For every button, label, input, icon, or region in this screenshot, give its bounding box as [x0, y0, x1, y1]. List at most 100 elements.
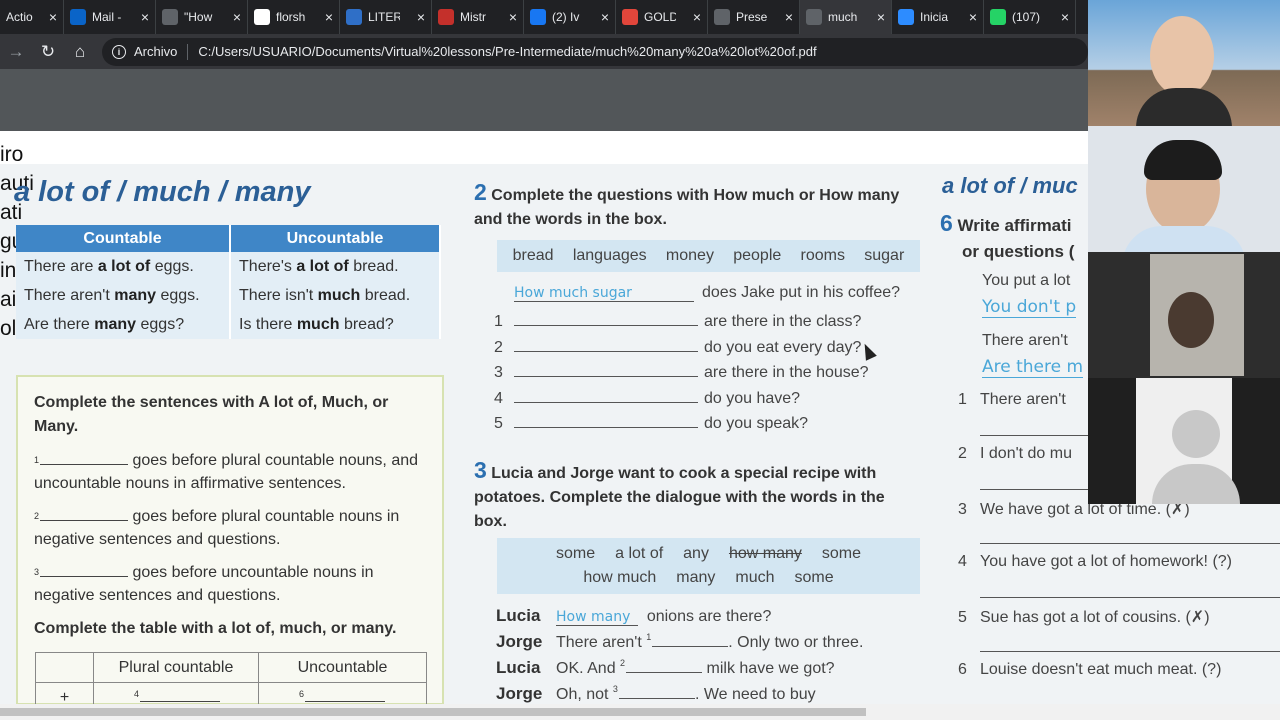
- answer-blank: [40, 520, 129, 521]
- exercise-box-1: Complete the sentences with A lot of, Mu…: [16, 375, 444, 713]
- browser-tab[interactable]: florsh ×: [248, 0, 340, 34]
- question-number: 4: [494, 389, 503, 407]
- horizontal-scrollbar[interactable]: [0, 704, 1280, 720]
- browser-tab[interactable]: much ×: [800, 0, 892, 34]
- close-icon[interactable]: ×: [133, 9, 149, 25]
- word-option: how much: [583, 569, 657, 586]
- scrollbar-thumb[interactable]: [0, 708, 866, 716]
- word-option: rooms: [800, 247, 845, 264]
- browser-tab[interactable]: GOLD ×: [616, 0, 708, 34]
- url-scheme: Archivo: [134, 44, 178, 59]
- rule-text: goes before plural countable nouns, and …: [34, 452, 419, 492]
- section-number: 6: [940, 210, 953, 236]
- close-icon[interactable]: ×: [409, 9, 425, 25]
- word-option: how many: [728, 545, 802, 562]
- uncountable-header: Uncountable: [230, 225, 441, 252]
- rule-sentence: 1 goes before plural countable nouns, an…: [34, 449, 426, 495]
- browser-tab[interactable]: "How ×: [156, 0, 248, 34]
- rule-text: goes before uncountable nouns in negativ…: [34, 564, 374, 604]
- globe-icon: [714, 9, 730, 25]
- text: There's: [239, 257, 297, 275]
- item-text: Louise doesn't eat much meat. (?): [980, 661, 1222, 678]
- item-number: 2: [958, 445, 967, 462]
- participant-hair: [1144, 140, 1222, 180]
- close-icon[interactable]: ×: [777, 9, 793, 25]
- forward-icon[interactable]: →: [0, 42, 32, 62]
- close-icon[interactable]: ×: [501, 9, 517, 25]
- blank-number: 3: [612, 684, 618, 694]
- info-icon[interactable]: i: [112, 44, 126, 59]
- home-icon[interactable]: ⌂: [64, 42, 96, 62]
- exercise-item: 2 I don't do mu: [958, 445, 1072, 463]
- tab-strip: Actio × Mail - × "How × florsh × LITER × Mistr × (2)…: [0, 0, 1088, 34]
- browser-tab[interactable]: Mistr ×: [432, 0, 524, 34]
- video-tile-1[interactable]: [1088, 0, 1280, 148]
- globe-icon: [806, 9, 822, 25]
- browser-tab[interactable]: Mail - ×: [64, 0, 156, 34]
- close-icon[interactable]: ×: [225, 9, 241, 25]
- browser-tab[interactable]: Inicia ×: [892, 0, 984, 34]
- table-corner: [35, 652, 94, 683]
- text: bread?: [339, 315, 394, 333]
- red-circle-icon: [438, 9, 454, 25]
- close-icon[interactable]: ×: [593, 9, 609, 25]
- close-icon[interactable]: ×: [685, 9, 701, 25]
- question-text: are there in the class?: [704, 313, 862, 330]
- browser-tab[interactable]: LITER ×: [340, 0, 432, 34]
- text: There isn't: [239, 286, 318, 304]
- address-bar[interactable]: i Archivo C:/Users/USUARIO/Documents/Vir…: [102, 37, 1088, 66]
- answer-blank: [514, 312, 698, 326]
- answer-blank: [514, 338, 698, 352]
- browser-tab[interactable]: (107) ×: [984, 0, 1076, 34]
- word-box: bread languages money people rooms sugar: [497, 240, 920, 272]
- word-option: languages: [572, 247, 647, 264]
- tab-title: Actio: [6, 10, 33, 24]
- plural-countable-header: Plural countable: [93, 652, 259, 683]
- question-text: do you speak?: [704, 415, 809, 432]
- grammar-row: There are a lot of eggs. There's a lot of…: [16, 252, 441, 281]
- uncountable-example: There's a lot of bread.: [230, 252, 441, 281]
- question-text: does Jake put in his coffee?: [702, 284, 901, 301]
- close-icon[interactable]: ×: [869, 9, 885, 25]
- video-tile-3[interactable]: [1088, 252, 1280, 378]
- keyword: much: [317, 286, 361, 304]
- section-3-instruction: Lucia and Jorge want to cook a special r…: [474, 465, 885, 530]
- video-tile-4[interactable]: [1088, 378, 1280, 504]
- tab-title: GOLD: [644, 10, 676, 24]
- heading-line-2: or questions (: [962, 242, 1075, 261]
- table-instruction: Complete the table with a lot of, much, …: [34, 620, 397, 637]
- tab-title: LITER: [368, 10, 400, 24]
- answer-blank: [40, 576, 129, 577]
- blank-number: 6: [299, 688, 305, 699]
- section-2-instruction: Complete the questions with How much or …: [474, 187, 900, 228]
- keyword: many: [114, 286, 157, 304]
- blank-number: 1: [646, 632, 652, 642]
- answer-blank: [652, 646, 729, 647]
- video-tile-2[interactable]: [1088, 126, 1280, 266]
- rule-text: goes before plural countable nouns in ne…: [34, 508, 400, 548]
- close-icon[interactable]: ×: [1053, 9, 1069, 25]
- countable-example: There aren't many eggs.: [16, 281, 232, 310]
- tab-title: much: [828, 10, 858, 24]
- text: eggs?: [136, 315, 185, 333]
- browser-tab[interactable]: Actio ×: [0, 0, 64, 34]
- tab-title: "How: [184, 10, 213, 24]
- browser-tab[interactable]: (2) Iv ×: [524, 0, 616, 34]
- tab-title: Prese: [736, 10, 768, 24]
- tab-title: florsh: [276, 10, 306, 24]
- keyword: a lot of: [296, 257, 349, 275]
- text: bread.: [348, 257, 399, 275]
- close-icon[interactable]: ×: [317, 9, 333, 25]
- slides-icon: [346, 9, 362, 25]
- exercise-item: 1 There aren't: [958, 391, 1066, 409]
- word-option: many: [676, 569, 716, 586]
- reload-icon[interactable]: ↻: [32, 42, 64, 62]
- browser-tab[interactable]: Prese ×: [708, 0, 800, 34]
- answer-blank: [626, 672, 703, 673]
- tab-title: Inicia: [920, 10, 949, 24]
- close-icon[interactable]: ×: [41, 9, 57, 25]
- word-option: money: [665, 247, 714, 264]
- word-option: some: [556, 545, 596, 562]
- close-icon[interactable]: ×: [961, 9, 977, 25]
- google-icon: [254, 9, 270, 25]
